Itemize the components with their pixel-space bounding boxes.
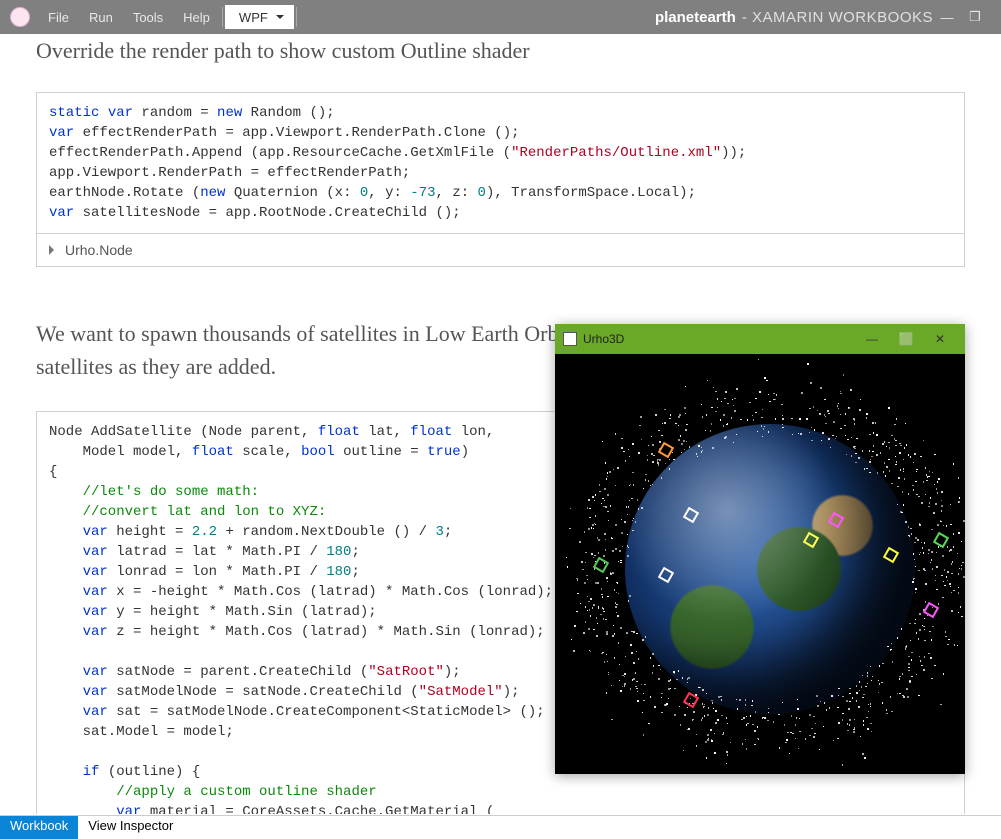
platform-dropdown[interactable]: WPF bbox=[225, 5, 294, 29]
urho3d-window[interactable]: Urho3D — ⬜ ✕ bbox=[555, 324, 965, 774]
menu-help[interactable]: Help bbox=[173, 0, 220, 34]
urho3d-titlebar[interactable]: Urho3D — ⬜ ✕ bbox=[555, 324, 965, 354]
titlebar: File Run Tools Help WPF planetearth - XA… bbox=[0, 0, 1001, 34]
app-name: - XAMARIN WORKBOOKS bbox=[742, 9, 933, 26]
orbital-debris bbox=[555, 354, 965, 774]
app-logo-icon bbox=[10, 7, 30, 27]
menu-tools[interactable]: Tools bbox=[123, 0, 173, 34]
maximize-button[interactable]: ❐ bbox=[961, 9, 989, 25]
document-title: planetearth bbox=[655, 9, 736, 26]
result-output-1[interactable]: Urho.Node bbox=[36, 234, 965, 267]
separator bbox=[296, 7, 297, 27]
urho3d-viewport[interactable] bbox=[555, 354, 965, 774]
section-heading: Override the render path to show custom … bbox=[36, 38, 965, 64]
tab-workbook[interactable]: Workbook bbox=[0, 816, 78, 839]
urho-maximize-button[interactable]: ⬜ bbox=[889, 332, 923, 346]
minimize-button[interactable]: — bbox=[933, 10, 961, 25]
expand-icon[interactable] bbox=[49, 245, 59, 255]
tab-view-inspector[interactable]: View Inspector bbox=[78, 816, 183, 839]
menu-file[interactable]: File bbox=[38, 0, 79, 34]
urho-close-button[interactable]: ✕ bbox=[923, 332, 957, 346]
code-cell-1[interactable]: static var random = new Random (); var e… bbox=[36, 92, 965, 234]
urho3d-icon bbox=[563, 332, 577, 346]
urho3d-title-text: Urho3D bbox=[583, 332, 624, 346]
separator bbox=[222, 7, 223, 27]
menu-run[interactable]: Run bbox=[79, 0, 123, 34]
urho-minimize-button[interactable]: — bbox=[855, 332, 889, 346]
footer-tabs: Workbook View Inspector bbox=[0, 815, 1001, 839]
